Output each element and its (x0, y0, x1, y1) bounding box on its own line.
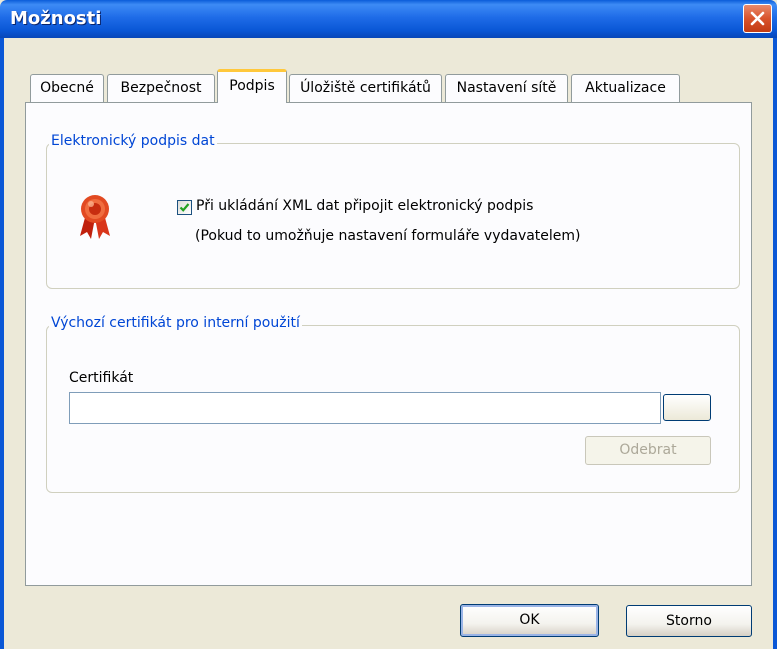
tab-label: Nastavení sítě (456, 80, 557, 96)
cancel-button[interactable]: Storno (626, 605, 752, 637)
tab-label: Bezpečnost (120, 80, 202, 96)
signature-group: Elektronický podpis dat Při ukládání XML… (46, 133, 740, 289)
attach-signature-label[interactable]: Při ukládání XML dat připojit elektronic… (196, 198, 533, 214)
tab-uloziste-certifikatu[interactable]: Úložiště certifikátů (289, 74, 442, 102)
tab-podpis[interactable]: Podpis (217, 69, 287, 103)
remove-certificate-button[interactable]: Odebrat (585, 436, 711, 465)
tab-label: Podpis (229, 78, 275, 94)
attach-signature-checkbox[interactable] (177, 200, 192, 215)
browse-certificate-button[interactable] (663, 394, 711, 421)
close-icon (750, 11, 765, 26)
certificate-group-legend: Výchozí certifikát pro interní použití (49, 315, 302, 331)
cancel-button-label: Storno (666, 613, 712, 629)
window-title: Možnosti (10, 8, 102, 29)
tab-panel-podpis: Elektronický podpis dat Při ukládání XML… (25, 102, 752, 586)
certificate-input[interactable] (69, 392, 661, 424)
award-ribbon-icon (77, 192, 113, 244)
options-dialog: Možnosti Obecné Bezpečnost Podpis Úložiš… (0, 0, 777, 649)
tab-obecne[interactable]: Obecné (30, 74, 104, 102)
title-bar[interactable]: Možnosti (0, 0, 777, 38)
close-button[interactable] (743, 4, 772, 33)
tab-nastaveni-site[interactable]: Nastavení sítě (445, 74, 568, 102)
ok-button-label: OK (519, 612, 540, 628)
signature-note: (Pokud to umožňuje nastavení formuláře v… (195, 228, 581, 244)
signature-group-legend: Elektronický podpis dat (49, 133, 217, 149)
tab-label: Úložiště certifikátů (300, 80, 431, 96)
tab-aktualizace[interactable]: Aktualizace (571, 74, 680, 102)
tab-label: Aktualizace (585, 80, 666, 96)
certificate-field-label: Certifikát (69, 370, 134, 386)
tab-bezpecnost[interactable]: Bezpečnost (107, 74, 215, 102)
certificate-group: Výchozí certifikát pro interní použití C… (46, 315, 740, 493)
window-frame-right (773, 38, 777, 649)
tab-label: Obecné (40, 80, 94, 96)
checkmark-icon (179, 203, 190, 212)
remove-button-label: Odebrat (619, 442, 677, 458)
window-frame-left (0, 38, 4, 649)
ok-button[interactable]: OK (460, 604, 599, 637)
